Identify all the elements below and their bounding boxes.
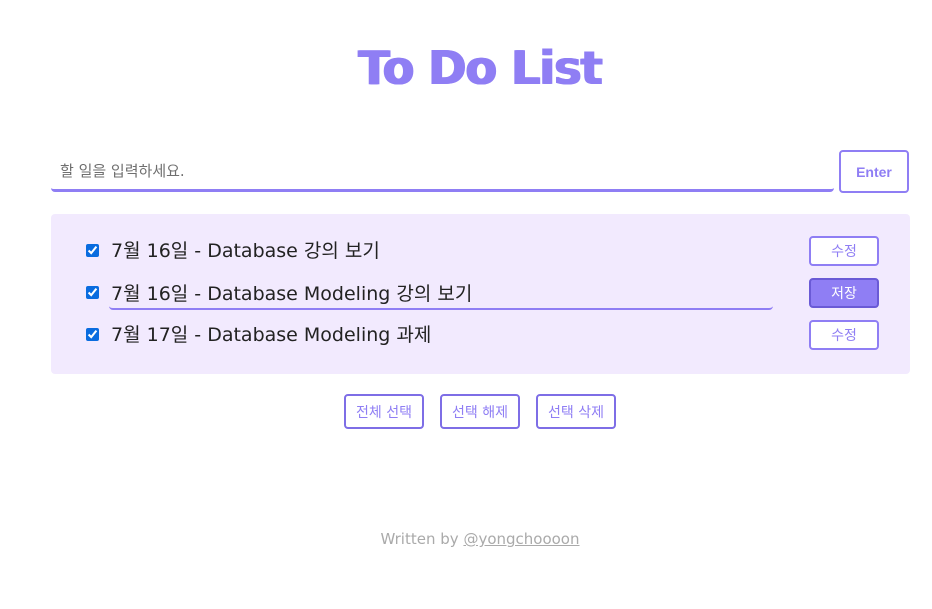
page-title: To Do List bbox=[358, 41, 602, 95]
edit-button[interactable]: 수정 bbox=[809, 236, 879, 266]
todo-item: 저장 bbox=[51, 274, 910, 312]
delete-selected-button[interactable]: 선택 삭제 bbox=[536, 394, 616, 429]
footer: Written by @yongchoooon bbox=[0, 530, 932, 548]
todo-input-wrap bbox=[51, 152, 834, 192]
todo-text: 7월 16일 - Database 강의 보기 bbox=[111, 240, 380, 262]
todo-input[interactable] bbox=[51, 152, 834, 192]
save-button[interactable]: 저장 bbox=[809, 278, 879, 308]
todo-checkbox[interactable] bbox=[86, 286, 99, 299]
author-link[interactable]: @yongchoooon bbox=[463, 530, 579, 548]
todo-item: 7월 17일 - Database Modeling 과제 수정 bbox=[51, 316, 910, 354]
enter-button[interactable]: Enter bbox=[839, 150, 909, 193]
edit-button[interactable]: 수정 bbox=[809, 320, 879, 350]
todo-item: 7월 16일 - Database 강의 보기 수정 bbox=[51, 232, 910, 270]
todo-checkbox[interactable] bbox=[86, 244, 99, 257]
todo-list: 7월 16일 - Database 강의 보기 수정 저장 7월 17일 - D… bbox=[51, 214, 910, 374]
deselect-button[interactable]: 선택 해제 bbox=[440, 394, 520, 429]
todo-checkbox[interactable] bbox=[86, 328, 99, 341]
select-all-button[interactable]: 전체 선택 bbox=[344, 394, 424, 429]
todo-text: 7월 17일 - Database Modeling 과제 bbox=[111, 324, 432, 346]
todo-edit-input[interactable] bbox=[109, 276, 773, 310]
footer-prefix: Written by bbox=[380, 530, 459, 548]
